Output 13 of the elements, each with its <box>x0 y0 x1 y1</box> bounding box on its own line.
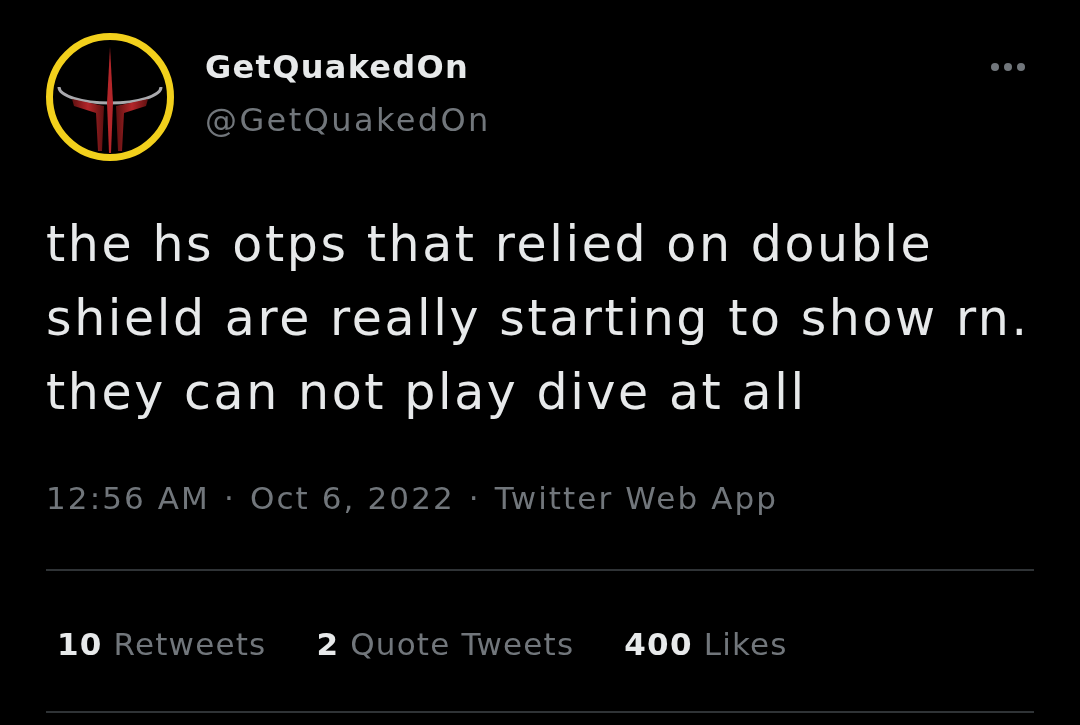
separator-dot: · <box>223 479 236 518</box>
author-handle[interactable]: @GetQuakedOn <box>205 100 491 140</box>
more-icon[interactable] <box>991 63 1025 71</box>
author-name[interactable]: GetQuakedOn <box>205 47 491 87</box>
avatar-logo-icon[interactable] <box>46 33 174 161</box>
source-link[interactable]: Twitter Web App <box>494 478 779 518</box>
separator-dot: · <box>468 479 481 518</box>
stat-link[interactable]: 400 Likes <box>624 624 788 664</box>
stat-link[interactable]: 2 Quote Tweets <box>316 624 575 664</box>
tweet-time: 12:56 AM <box>46 479 210 518</box>
stat-link[interactable]: 10 Retweets <box>57 624 267 664</box>
tweet-date: Oct 6, 2022 <box>249 479 455 518</box>
tweet-text: the hs otps that relied on double shield are really starting to show rn. they can not play dive at all <box>46 215 1031 423</box>
